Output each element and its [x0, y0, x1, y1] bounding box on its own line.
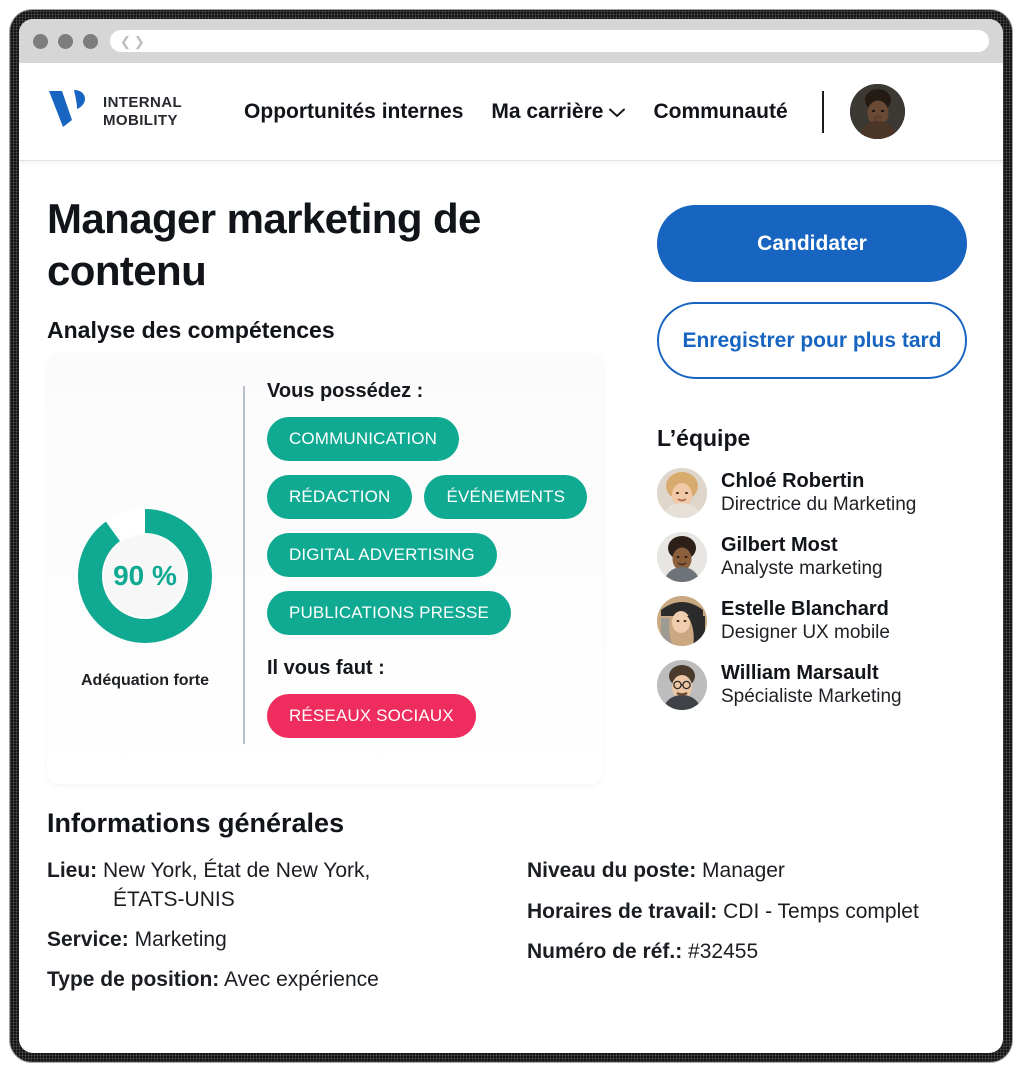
browser-window: ❮ ❯ INTERNAL MOBILITY Opportunités inter… — [19, 19, 1003, 1053]
nav-label: Ma carrière — [491, 99, 604, 123]
team-member-role: Designer UX mobile — [721, 621, 890, 643]
general-information-heading: Informations générales — [47, 808, 345, 839]
nav-item-opportunites[interactable]: Opportunités internes — [244, 100, 463, 124]
info-key: Service: — [47, 927, 129, 951]
page-title: Manager marketing de contenu — [47, 195, 481, 295]
info-value: #32455 — [688, 939, 759, 963]
skill-row-4: PUBLICATIONS PRESSE — [267, 591, 593, 636]
nav-label: Opportunités internes — [244, 99, 464, 123]
fit-score-block: 90 % Adéquation forte — [47, 378, 243, 758]
team-member-name: Gilbert Most — [721, 533, 838, 556]
team-avatar — [657, 596, 707, 646]
info-value: Marketing — [134, 927, 227, 951]
team-member-row[interactable]: William Marsault Spécialiste Marketing — [657, 660, 987, 710]
fit-score-caption: Adéquation forte — [81, 672, 209, 690]
team-member-role: Analyste marketing — [721, 557, 883, 579]
window-traffic-lights[interactable] — [33, 33, 98, 49]
team-member-name: Chloé Robertin — [721, 469, 865, 492]
team-avatar — [657, 660, 707, 710]
info-column-left: Lieu: New York, État de New York, ÉTATS-… — [47, 857, 527, 1006]
info-key: Lieu: — [47, 859, 98, 883]
skills-section-heading: Analyse des compétences — [47, 317, 335, 344]
page-content: Manager marketing de contenu Analyse des… — [19, 161, 1003, 785]
team-member-name: Estelle Blanchard — [721, 597, 889, 620]
right-column: Candidater Enregistrer pour plus tard L’… — [657, 193, 987, 784]
skills-card-divider — [243, 386, 245, 745]
skill-tag[interactable]: COMMUNICATION — [267, 417, 460, 462]
info-key: Numéro de réf.: — [527, 939, 683, 963]
team-avatar — [657, 468, 707, 518]
info-row-niveau-du-poste: Niveau du poste: Manager — [527, 857, 919, 885]
nav-item-communaute[interactable]: Communauté — [653, 100, 787, 124]
skill-tag[interactable]: DIGITAL ADVERTISING — [267, 533, 497, 578]
team-member-name: William Marsault — [721, 661, 879, 684]
browser-chrome: ❮ ❯ — [19, 19, 1003, 63]
info-row-service: Service: Marketing — [47, 926, 527, 954]
team-list: Chloé Robertin Directrice du Marketing G… — [657, 468, 987, 710]
left-column: Manager marketing de contenu Analyse des… — [47, 193, 627, 785]
save-for-later-button[interactable]: Enregistrer pour plus tard — [657, 302, 967, 379]
general-information-section: Informations générales Lieu: New York, É… — [19, 802, 1003, 1006]
team-avatar — [657, 532, 707, 582]
team-member-role: Spécialiste Marketing — [721, 685, 902, 707]
close-window-dot[interactable] — [33, 33, 48, 49]
maximize-window-dot[interactable] — [83, 33, 98, 49]
skill-row-2: RÉDACTION ÉVÉNEMENTS — [267, 475, 593, 520]
info-row-numero-de-ref: Numéro de réf.: #32455 — [527, 938, 919, 966]
skills-have-title: Vous possédez : — [267, 380, 424, 403]
address-bar[interactable]: ❮ ❯ — [110, 30, 989, 52]
v-logo-icon — [47, 87, 89, 136]
info-key: Horaires de travail: — [527, 899, 718, 923]
minimize-window-dot[interactable] — [58, 33, 73, 49]
info-row-horaires-de-travail: Horaires de travail: CDI - Temps complet — [527, 898, 919, 926]
header-divider — [821, 90, 824, 133]
nav-item-ma-carriere[interactable]: Ma carrière — [491, 99, 626, 124]
info-value: Avec expérience — [223, 968, 379, 992]
brand-name: INTERNAL MOBILITY — [103, 93, 183, 129]
info-value: New York, État de New York, — [103, 859, 371, 883]
chevron-right-icon[interactable]: ❯ — [134, 35, 145, 48]
team-member-row[interactable]: Chloé Robertin Directrice du Marketing — [657, 468, 987, 518]
user-avatar[interactable] — [849, 84, 905, 139]
brand-logo-block[interactable]: INTERNAL MOBILITY — [47, 87, 182, 136]
main-navigation: Opportunités internes Ma carrière Commun… — [244, 100, 788, 124]
fit-score-value: 90 % — [113, 560, 177, 592]
skill-row-1: COMMUNICATION — [267, 417, 593, 462]
chevron-down-icon — [609, 100, 626, 124]
skills-lists: Vous possédez : COMMUNICATION RÉDACTION … — [267, 378, 593, 758]
skills-need-title: Il vous faut : — [267, 657, 385, 680]
skill-row-3: DIGITAL ADVERTISING — [267, 533, 593, 578]
site-header: INTERNAL MOBILITY Opportunités internes … — [19, 63, 1003, 161]
info-row-type-de-position: Type de position: Avec expérience — [47, 966, 527, 994]
fit-donut-chart: 90 % — [75, 506, 215, 646]
team-section-heading: L’équipe — [657, 425, 751, 451]
info-key: Type de position: — [47, 968, 220, 992]
skills-analysis-card: 90 % Adéquation forte Vous possédez : CO… — [47, 354, 603, 785]
team-member-row[interactable]: Estelle Blanchard Designer UX mobile — [657, 596, 987, 646]
team-member-role: Directrice du Marketing — [721, 493, 917, 515]
info-value: CDI - Temps complet — [723, 899, 919, 923]
info-row-lieu: Lieu: New York, État de New York, ÉTATS-… — [47, 857, 527, 914]
info-column-right: Niveau du poste: Manager Horaires de tra… — [527, 857, 919, 1006]
info-key: Niveau du poste: — [527, 859, 697, 883]
info-value-line2: ÉTATS-UNIS — [113, 887, 235, 911]
info-value: Manager — [702, 859, 785, 883]
apply-button[interactable]: Candidater — [657, 205, 967, 282]
chevron-left-icon[interactable]: ❮ — [120, 35, 131, 48]
skill-tag[interactable]: ÉVÉNEMENTS — [424, 475, 588, 520]
browser-window-frame: ❮ ❯ INTERNAL MOBILITY Opportunités inter… — [10, 10, 1012, 1062]
team-member-row[interactable]: Gilbert Most Analyste marketing — [657, 532, 987, 582]
missing-skill-tag[interactable]: RÉSEAUX SOCIAUX — [267, 694, 476, 739]
navigation-chevrons[interactable]: ❮ ❯ — [120, 35, 145, 48]
skill-row-need: RÉSEAUX SOCIAUX — [267, 694, 593, 739]
skill-tag[interactable]: RÉDACTION — [267, 475, 413, 520]
nav-label: Communauté — [653, 99, 788, 123]
skill-tag[interactable]: PUBLICATIONS PRESSE — [267, 591, 511, 636]
general-information-grid: Lieu: New York, État de New York, ÉTATS-… — [47, 857, 973, 1006]
